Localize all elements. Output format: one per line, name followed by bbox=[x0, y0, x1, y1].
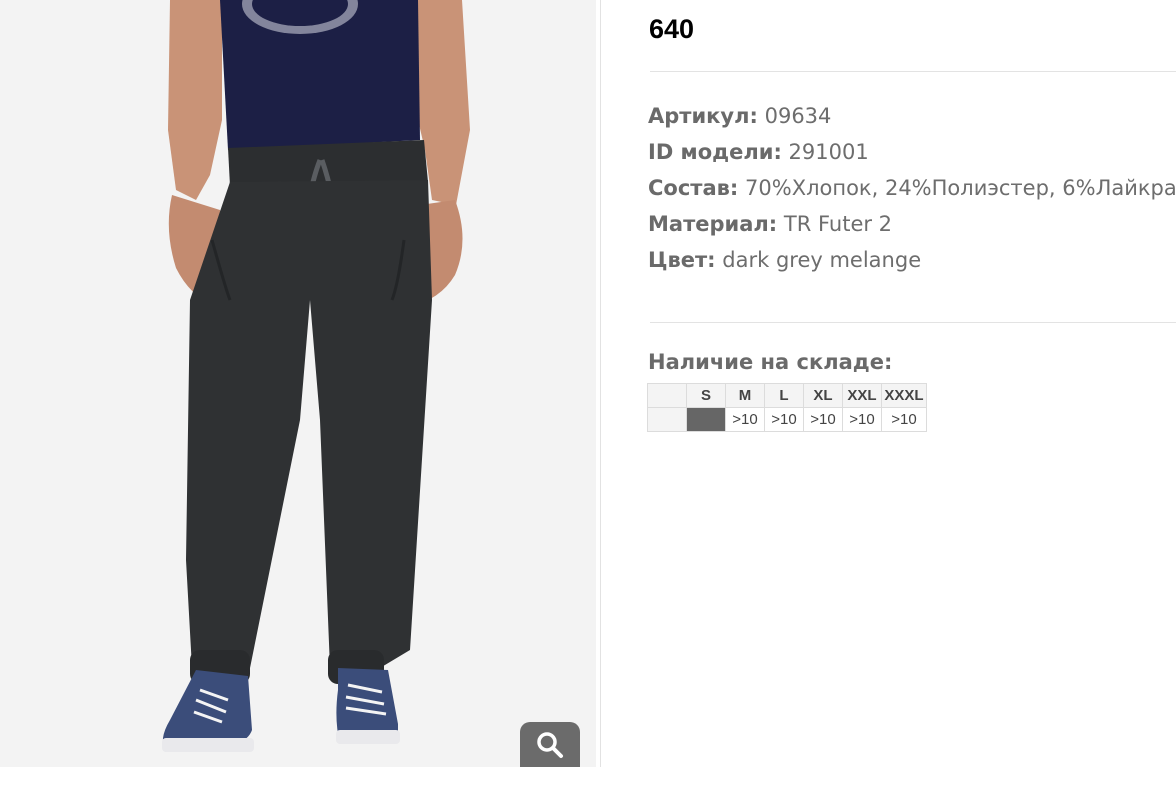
spec-item-model-id: ID модели: 291001 bbox=[648, 140, 869, 164]
stock-cell-l: >10 bbox=[764, 407, 804, 432]
stock-cell-xxl: >10 bbox=[842, 407, 882, 432]
size-header-s: S bbox=[686, 383, 726, 408]
stock-row: >10 >10 >10 >10 >10 bbox=[647, 407, 927, 432]
stock-cell-m: >10 bbox=[725, 407, 765, 432]
product-price: 640 bbox=[649, 14, 695, 44]
spec-item-article: Артикул: 09634 bbox=[648, 104, 832, 128]
stock-title: Наличие на складе: bbox=[648, 350, 893, 374]
stock-cell-s bbox=[686, 407, 726, 432]
spec-value: dark grey melange bbox=[722, 248, 922, 272]
size-header-m: M bbox=[725, 383, 765, 408]
spec-value: 291001 bbox=[788, 140, 869, 164]
zoom-button[interactable] bbox=[520, 722, 580, 767]
spec-item-material: Материал: TR Futer 2 bbox=[648, 212, 893, 236]
stock-table: S M L XL XXL XXXL >10 >10 >10 >10 >10 bbox=[647, 383, 927, 432]
magnifier-icon bbox=[537, 731, 563, 758]
spec-item-color: Цвет: dark grey melange bbox=[648, 248, 922, 272]
panel-divider bbox=[600, 0, 601, 767]
color-swatch-cell bbox=[647, 407, 687, 432]
stock-cell-xl: >10 bbox=[803, 407, 843, 432]
spec-value: 70%Хлопок, 24%Полиэстер, 6%Лайкра bbox=[745, 176, 1176, 200]
size-header-row: S M L XL XXL XXXL bbox=[647, 383, 927, 408]
color-column-header bbox=[647, 383, 687, 408]
size-header-l: L bbox=[764, 383, 804, 408]
spec-value: 09634 bbox=[764, 104, 832, 128]
spec-list: Артикул: 09634 ID модели: 291001 Состав:… bbox=[648, 100, 1176, 280]
divider bbox=[650, 71, 1176, 72]
size-header-xl: XL bbox=[803, 383, 843, 408]
model-photo bbox=[0, 0, 596, 767]
divider bbox=[650, 322, 1176, 323]
spec-item-composition: Состав: 70%Хлопок, 24%Полиэстер, 6%Лайкр… bbox=[648, 176, 1176, 200]
stock-cell-xxxl: >10 bbox=[881, 407, 927, 432]
spec-value: TR Futer 2 bbox=[783, 212, 893, 236]
size-header-xxl: XXL bbox=[842, 383, 882, 408]
size-header-xxxl: XXXL bbox=[881, 383, 927, 408]
product-image[interactable] bbox=[0, 0, 596, 767]
